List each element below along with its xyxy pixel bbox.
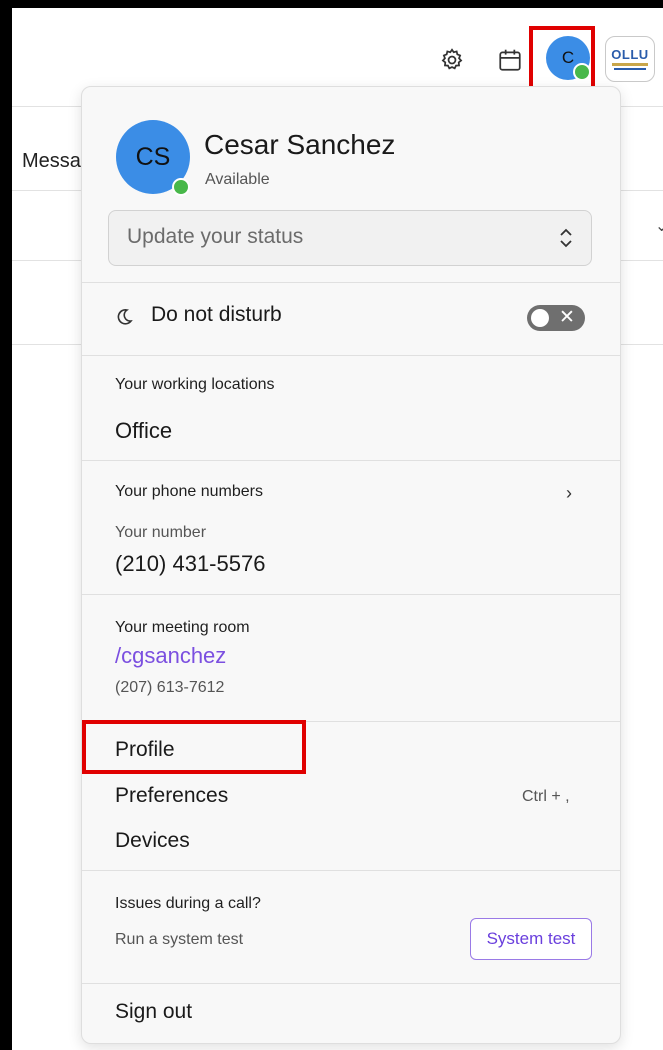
user-initials: CS (135, 142, 171, 171)
presence-available-dot (172, 178, 190, 196)
row-chevron-icon[interactable]: ⌄ (655, 216, 663, 236)
phone-numbers-title: Your phone numbers (115, 483, 263, 500)
your-number-label: Your number (115, 524, 207, 541)
sign-out-section: Sign out (82, 983, 620, 1043)
status-placeholder: Update your status (127, 225, 304, 248)
call-issues-title: Issues during a call? (115, 895, 261, 912)
do-not-disturb-label: Do not disturb (151, 303, 282, 326)
call-issues-section: Issues during a call? Run a system test … (82, 870, 620, 983)
call-issues-subtitle: Run a system test (115, 931, 244, 948)
highlight-box-avatar (529, 26, 595, 90)
toggle-knob (531, 309, 549, 327)
do-not-disturb-toggle[interactable]: ✕ (527, 305, 585, 331)
profile-menu: CS Cesar Sanchez Available Update your s… (81, 86, 621, 1044)
preferences-shortcut: Ctrl + , (522, 788, 570, 805)
working-locations-title: Your working locations (115, 376, 275, 393)
phone-number-value: (210) 431-5576 (115, 551, 266, 576)
org-logo-stripe (614, 68, 646, 70)
organization-logo[interactable]: OLLU (605, 36, 655, 82)
system-test-button[interactable]: System test (470, 918, 592, 960)
phone-numbers-section[interactable]: Your phone numbers › Your number (210) 4… (82, 460, 620, 594)
meeting-room-link[interactable]: /cgsanchez (115, 643, 226, 669)
toggle-off-x-icon: ✕ (559, 307, 575, 328)
messages-column-label: Messa (22, 150, 81, 172)
devices-menu-item[interactable]: Devices (115, 829, 190, 853)
preferences-menu-item[interactable]: Preferences (115, 784, 228, 808)
settings-gear-icon[interactable] (436, 44, 468, 76)
do-not-disturb-section: Do not disturb ✕ (82, 282, 620, 355)
meeting-room-phone: (207) 613-7612 (115, 679, 225, 696)
highlight-box-profile (82, 720, 306, 774)
up-down-chevron-icon (560, 228, 572, 248)
calendar-icon[interactable] (494, 44, 526, 76)
user-presence-status: Available (205, 171, 270, 188)
org-logo-stripe (612, 63, 648, 66)
moon-icon (117, 309, 133, 325)
sign-out-button[interactable]: Sign out (115, 1000, 192, 1024)
screenshot-border-top (0, 0, 663, 8)
working-locations-section[interactable]: Your working locations Office (82, 355, 620, 460)
org-logo-text: OLLU (611, 47, 649, 62)
update-status-select[interactable]: Update your status (108, 210, 592, 266)
meeting-room-title: Your meeting room (115, 619, 250, 636)
working-location-value: Office (115, 418, 173, 443)
meeting-room-section: Your meeting room /cgsanchez (207) 613-7… (82, 594, 620, 721)
chevron-right-icon[interactable]: › (566, 483, 572, 504)
user-name: Cesar Sanchez (204, 129, 396, 160)
screenshot-border-left (0, 0, 12, 1050)
